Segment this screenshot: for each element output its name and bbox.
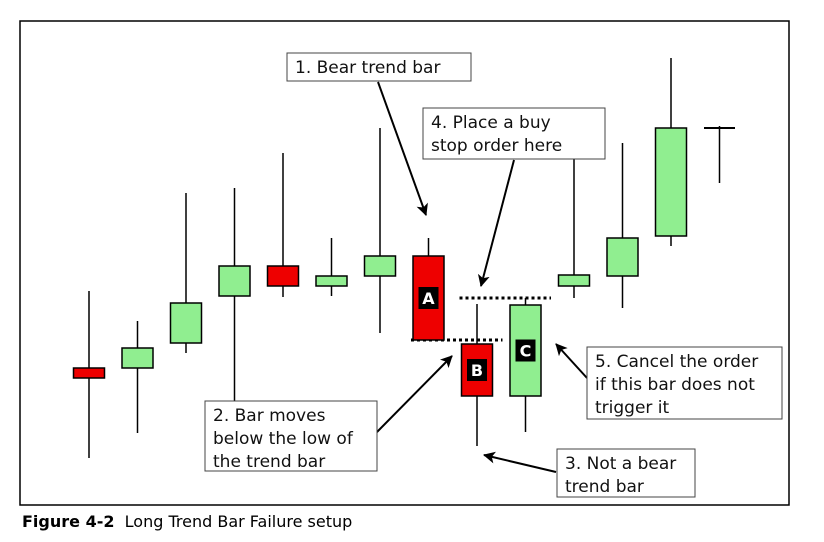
candle-body — [654, 127, 688, 237]
bar-label: A — [422, 289, 435, 308]
callout-1: 1. Bear trend bar — [286, 52, 472, 82]
callout-1-line-1: 1. Bear trend bar — [295, 58, 440, 78]
candle-body — [266, 265, 300, 287]
callout-2: 2. Bar moves below the low of the trend ba… — [204, 400, 378, 472]
candle-body — [315, 275, 348, 287]
candle-body — [169, 302, 203, 344]
candlestick-chart: A B C 1. Bear trend bar 4. Place a buy stop … — [19, 20, 790, 506]
candle-body — [72, 367, 106, 379]
candle-body — [121, 347, 154, 369]
callout-4-line-1: 4. Place a buy — [431, 113, 551, 133]
figure-caption: Figure 4-2 Long Trend Bar Failure setup — [22, 512, 352, 531]
bar-label: C — [520, 342, 532, 361]
callout-4: 4. Place a buy stop order here — [422, 107, 606, 160]
callout-3-line-2: trend bar — [565, 477, 644, 497]
candle-body — [606, 237, 639, 277]
candle-body — [218, 265, 251, 297]
callout-2-line-3: the trend bar — [213, 452, 325, 472]
callout-5-line-1: 5. Cancel the order — [595, 352, 758, 372]
callout-3: 3. Not a bear trend bar — [556, 448, 696, 498]
callout-5-line-2: if this bar does not — [595, 375, 755, 395]
candle-body — [363, 255, 397, 277]
callout-5-line-3: trigger it — [595, 398, 670, 418]
chart-frame — [19, 20, 790, 506]
callout-3-line-1: 3. Not a bear — [565, 454, 676, 474]
bar-label: B — [471, 361, 483, 380]
callout-2-line-2: below the low of — [213, 429, 354, 449]
callout-5: 5. Cancel the order if this bar does not t… — [586, 346, 783, 420]
candle-body — [557, 274, 591, 287]
callout-4-line-2: stop order here — [431, 136, 562, 156]
figure-label: Figure 4-2 — [22, 512, 115, 531]
figure-title: Long Trend Bar Failure setup — [124, 512, 353, 531]
callout-2-line-1: 2. Bar moves — [213, 406, 326, 426]
